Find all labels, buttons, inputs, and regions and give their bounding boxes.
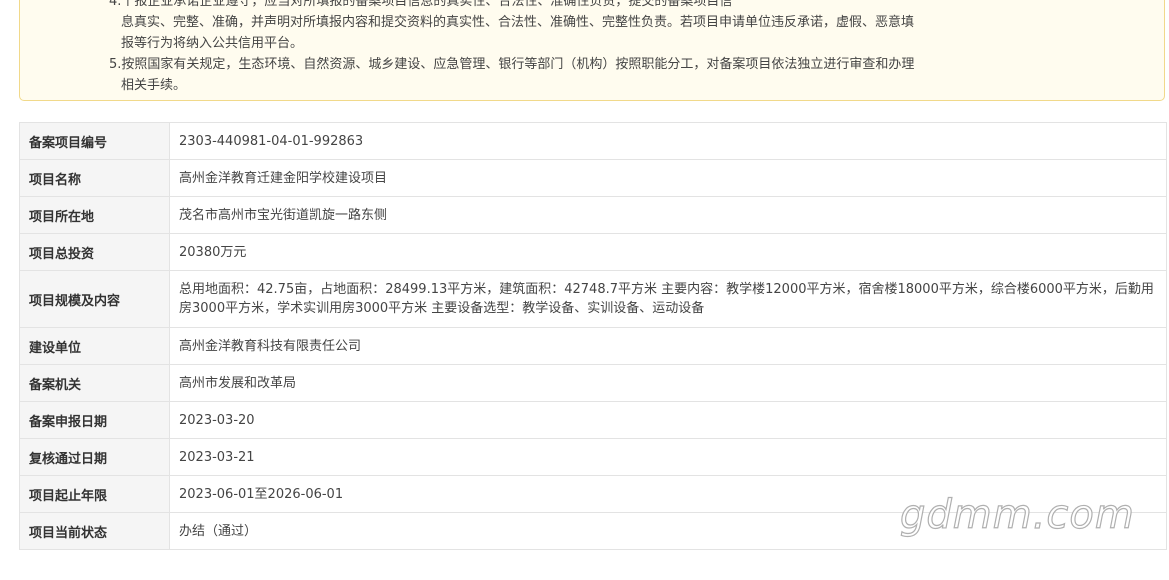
table-row: 项目所在地 茂名市高州市宝光街道凯旋一路东侧 [19,196,1167,234]
field-label: 项目总投资 [19,233,170,271]
watermark-logo: gdmm.com [899,491,1135,538]
field-value: 高州金洋教育科技有限责任公司 [169,327,1167,365]
field-label: 项目名称 [19,159,170,197]
table-row: 项目名称 高州金洋教育迁建金阳学校建设项目 [19,159,1167,197]
field-value: 20380万元 [169,233,1167,271]
field-label: 项目规模及内容 [19,270,170,328]
notice-box: 4.个报企业承诺企业遵守，应当对所填报的备案项目信息的真实性、合法性、准确性负责… [19,0,1165,101]
table-row: 备案机关 高州市发展和改革局 [19,364,1167,402]
field-label: 复核通过日期 [19,438,170,476]
field-label: 备案项目编号 [19,122,170,160]
notice-line: 报等行为将纳入公共信用平台。 [121,36,304,51]
notice-line: 5.按照国家有关规定，生态环境、自然资源、城乡建设、应急管理、银行等部门（机构）… [109,57,915,72]
notice-line: 4.个报企业承诺企业遵守，应当对所填报的备案项目信息的真实性、合法性、准确性负责… [109,0,733,9]
field-label: 建设单位 [19,327,170,365]
table-row: 项目规模及内容 总用地面积：42.75亩，占地面积：28499.13平方米，建筑… [19,270,1167,328]
field-value: 高州市发展和改革局 [169,364,1167,402]
table-row: 建设单位 高州金洋教育科技有限责任公司 [19,327,1167,365]
field-label: 项目所在地 [19,196,170,234]
field-value: 2023-03-21 [169,438,1167,476]
notice-line: 相关手续。 [121,78,187,93]
field-label: 备案机关 [19,364,170,402]
field-label: 备案申报日期 [19,401,170,439]
notice-line: 息真实、完整、准确，并声明对所填报内容和提交资料的真实性、合法性、准确性、完整性… [121,15,915,30]
table-row: 备案申报日期 2023-03-20 [19,401,1167,439]
field-value: 高州金洋教育迁建金阳学校建设项目 [169,159,1167,197]
field-label: 项目起止年限 [19,475,170,513]
field-value: 2023-03-20 [169,401,1167,439]
field-value: 2303-440981-04-01-992863 [169,122,1167,160]
table-row: 复核通过日期 2023-03-21 [19,438,1167,476]
field-label: 项目当前状态 [19,512,170,550]
table-row: 项目总投资 20380万元 [19,233,1167,271]
table-row: 备案项目编号 2303-440981-04-01-992863 [19,122,1167,160]
field-value: 茂名市高州市宝光街道凯旋一路东侧 [169,196,1167,234]
project-info-table: 备案项目编号 2303-440981-04-01-992863 项目名称 高州金… [19,122,1167,550]
field-value: 总用地面积：42.75亩，占地面积：28499.13平方米，建筑面积：42748… [169,270,1167,328]
